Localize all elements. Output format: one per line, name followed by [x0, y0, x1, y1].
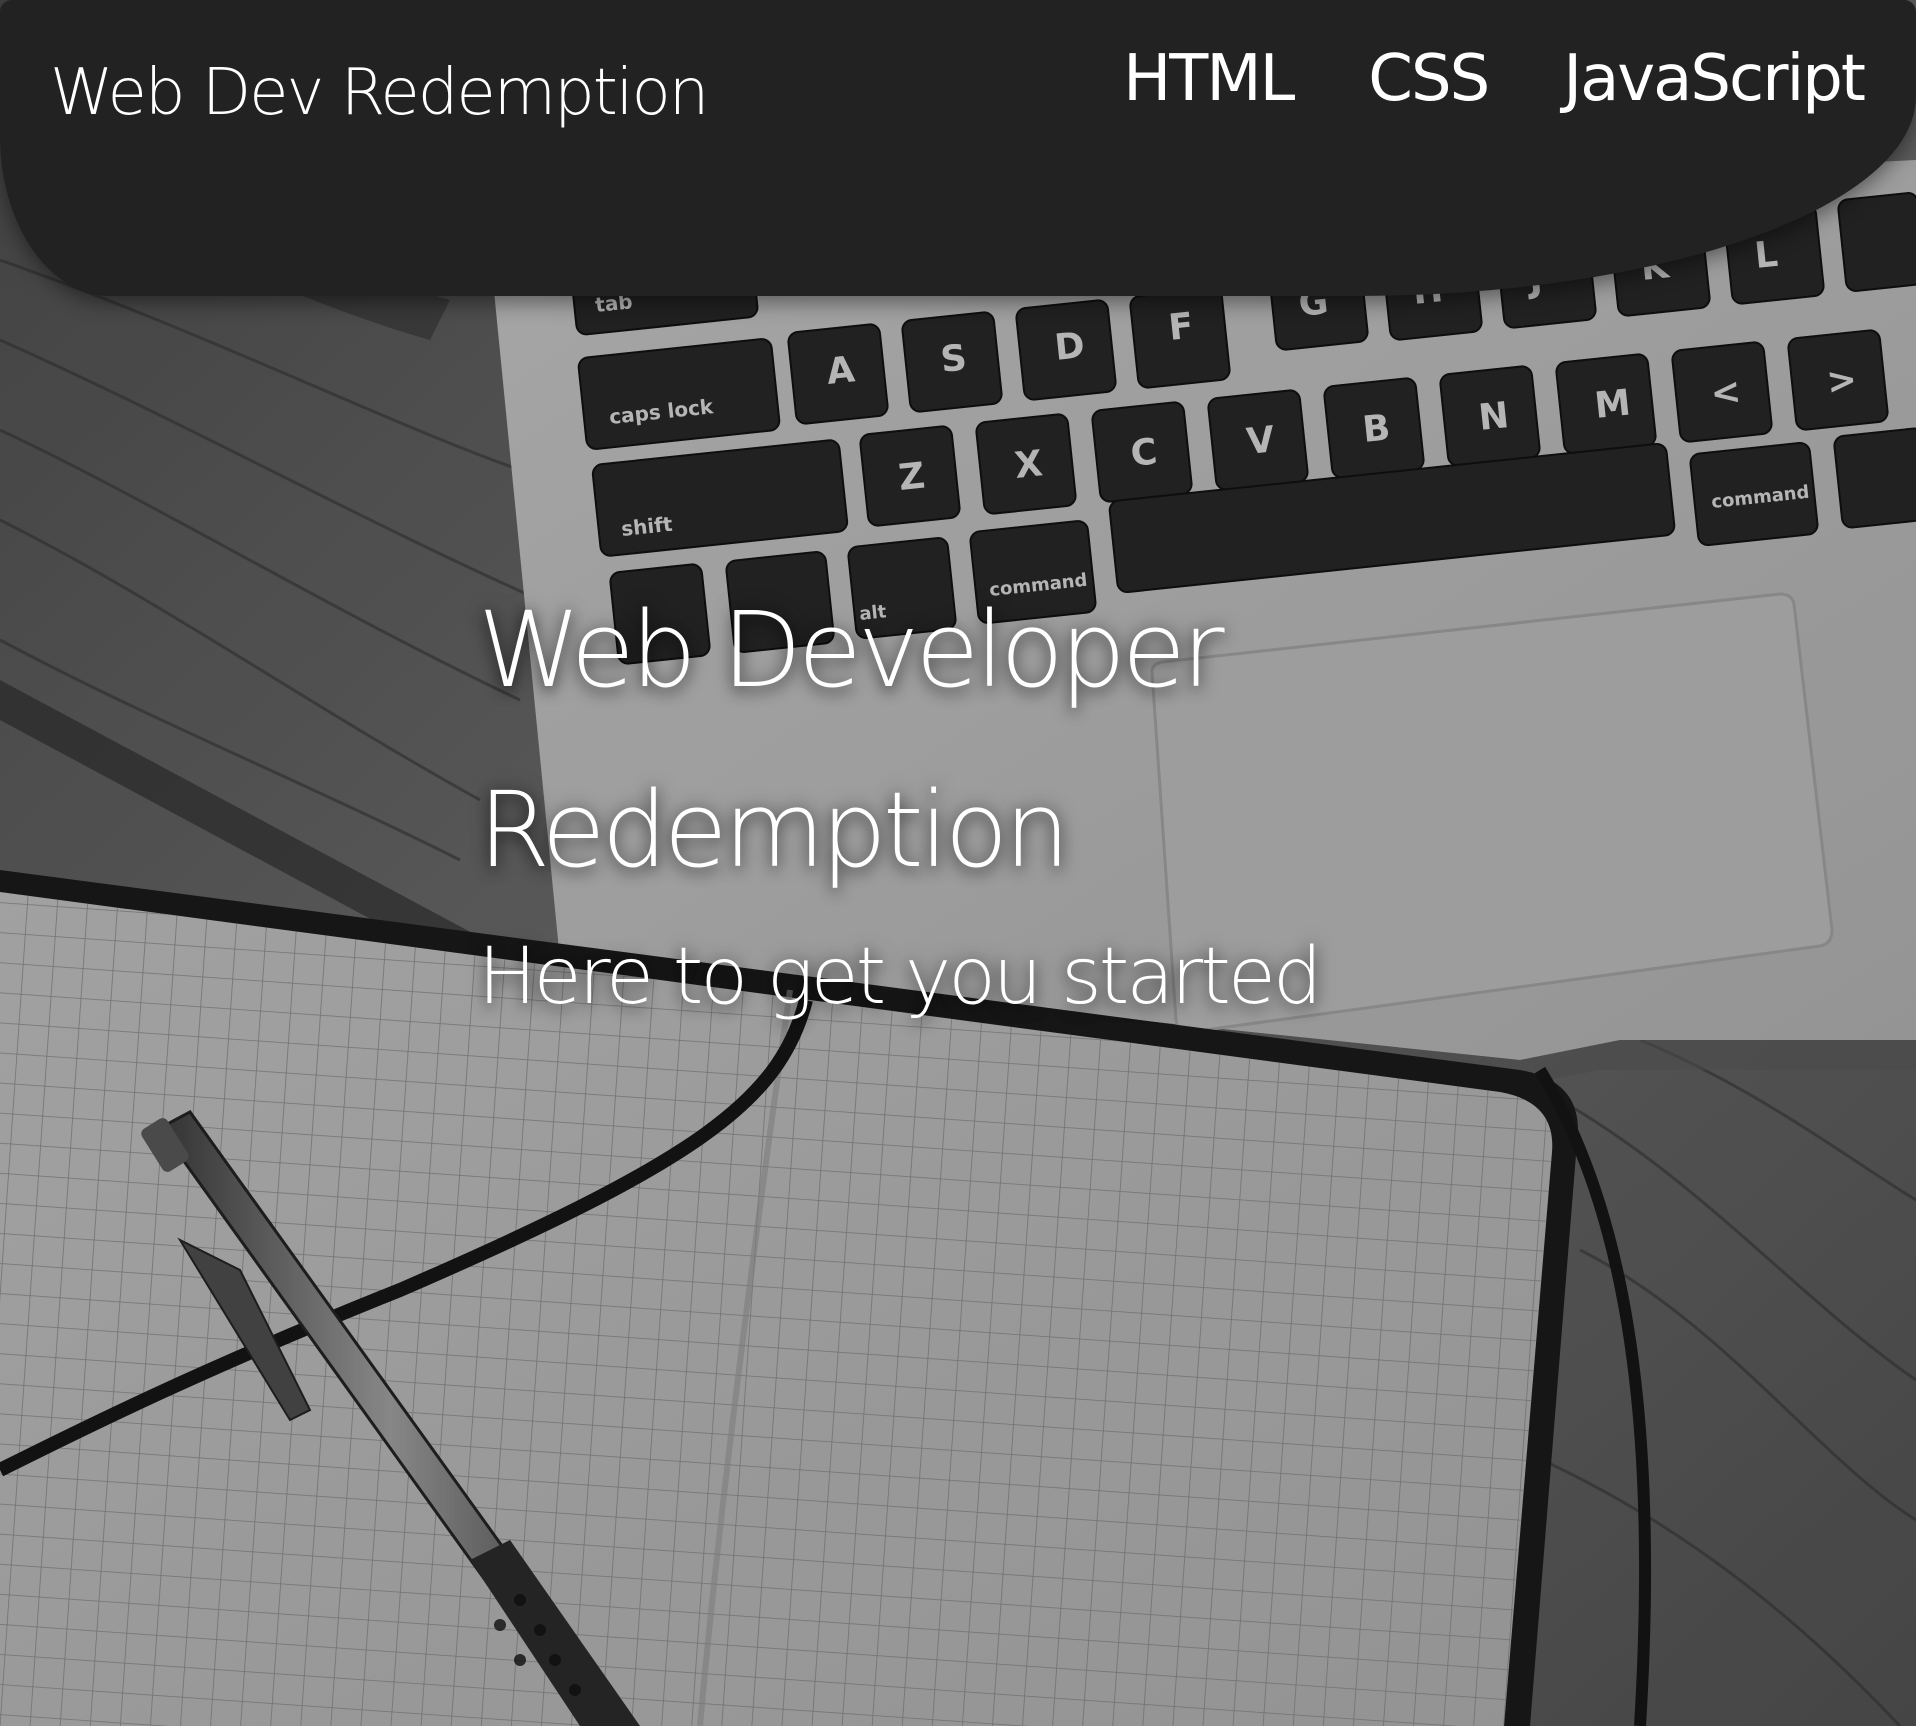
hero-title: Web Developer Redemption [478, 589, 1225, 891]
hero-subtitle: Here to get you started [478, 932, 1322, 1022]
nav-link-javascript[interactable]: JavaScript [1563, 42, 1866, 116]
hero-text: Web Developer Redemption Here to get you… [478, 560, 1378, 1022]
brand-logo-link[interactable]: Web Dev Redemption [50, 56, 709, 130]
nav-links: HTML CSS JavaScript [1123, 42, 1866, 116]
page: tab caps lock shift A S D F G H J K L Z … [0, 0, 1916, 1726]
nav-link-css[interactable]: CSS [1368, 42, 1490, 116]
nav-link-html[interactable]: HTML [1123, 42, 1295, 116]
navbar: Web Dev Redemption HTML CSS JavaScript [0, 0, 1916, 296]
